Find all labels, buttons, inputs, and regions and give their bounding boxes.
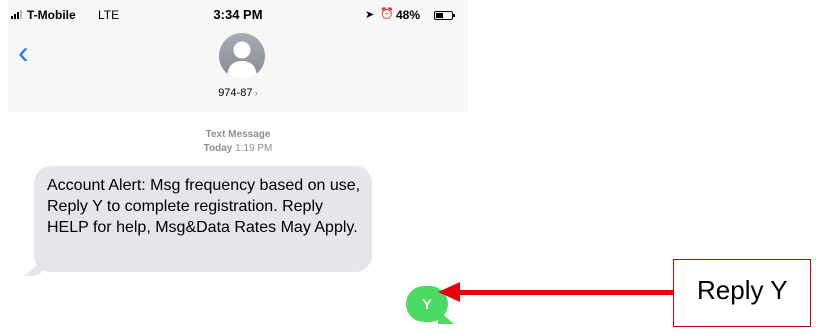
battery-percentage: 48% bbox=[396, 8, 421, 22]
contact-avatar[interactable] bbox=[219, 33, 265, 79]
status-bar: T-Mobile LTE 3:34 PM ➤ ⏰ 48% bbox=[8, 6, 468, 24]
annotation-callout: Reply Y bbox=[673, 259, 811, 327]
annotation-arrow-line bbox=[458, 290, 676, 295]
battery-icon bbox=[434, 11, 455, 20]
conversation-header: T-Mobile LTE 3:34 PM ➤ ⏰ 48% ‹ 974-87 › bbox=[8, 0, 468, 112]
message-day: Today bbox=[203, 143, 233, 154]
location-arrow-icon: ➤ bbox=[365, 9, 375, 21]
battery-level-fill bbox=[436, 13, 443, 18]
alarm-clock-icon: ⏰ bbox=[380, 8, 394, 20]
message-time: 1:19 PM bbox=[235, 143, 273, 154]
message-type-label: Text Message bbox=[205, 129, 271, 140]
annotation-arrow-head bbox=[438, 282, 460, 302]
chevron-left-icon: ‹ bbox=[18, 34, 29, 70]
callout-text: Reply Y bbox=[697, 275, 788, 305]
contact-name: 974-87 bbox=[218, 87, 253, 99]
person-silhouette-icon bbox=[227, 41, 257, 79]
incoming-message-bubble[interactable]: Account Alert: Msg frequency based on us… bbox=[34, 166, 372, 272]
contact-details-link[interactable]: 974-87 › bbox=[8, 87, 468, 99]
message-timestamp: Text Message Today 1:19 PM bbox=[8, 128, 468, 156]
back-button[interactable]: ‹ bbox=[18, 36, 40, 68]
chevron-right-icon: › bbox=[254, 88, 258, 99]
phone-screen: T-Mobile LTE 3:34 PM ➤ ⏰ 48% ‹ 974-87 › T… bbox=[8, 0, 468, 333]
